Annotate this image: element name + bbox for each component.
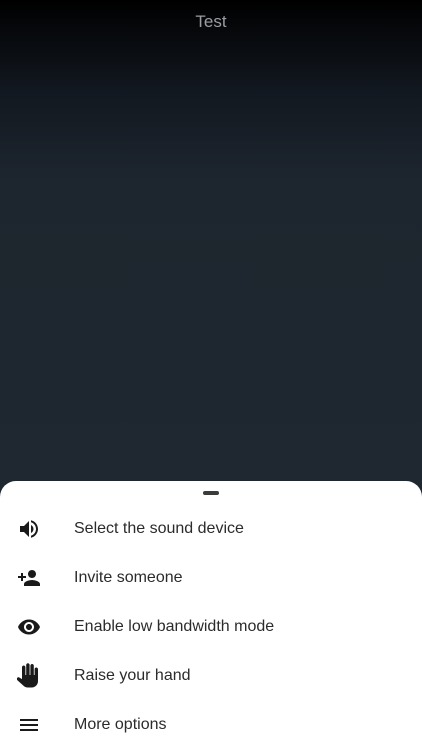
menu-item-more-options[interactable]: More options	[0, 701, 422, 749]
menu-item-label: More options	[74, 716, 167, 733]
menu-item-low-bandwidth[interactable]: Enable low bandwidth mode	[0, 603, 422, 651]
menu-item-label: Raise your hand	[74, 667, 191, 684]
menu-item-invite-someone[interactable]: Invite someone	[0, 554, 422, 602]
drag-handle[interactable]	[203, 491, 219, 495]
menu-item-label: Enable low bandwidth mode	[74, 618, 275, 635]
menu-item-raise-hand[interactable]: Raise your hand	[0, 652, 422, 700]
bottom-sheet-menu: Select the sound device Invite someone E…	[0, 481, 422, 750]
menu-icon	[16, 713, 42, 737]
menu-item-select-sound-device[interactable]: Select the sound device	[0, 505, 422, 553]
add-person-icon	[16, 566, 42, 590]
menu-item-label: Select the sound device	[74, 520, 244, 537]
menu-item-label: Invite someone	[74, 569, 183, 586]
speaker-icon	[16, 517, 42, 541]
hand-icon	[16, 663, 42, 688]
call-title: Test	[195, 12, 227, 31]
call-screen: Test Select the sound device Invite some…	[0, 0, 422, 750]
eye-icon	[16, 615, 42, 639]
